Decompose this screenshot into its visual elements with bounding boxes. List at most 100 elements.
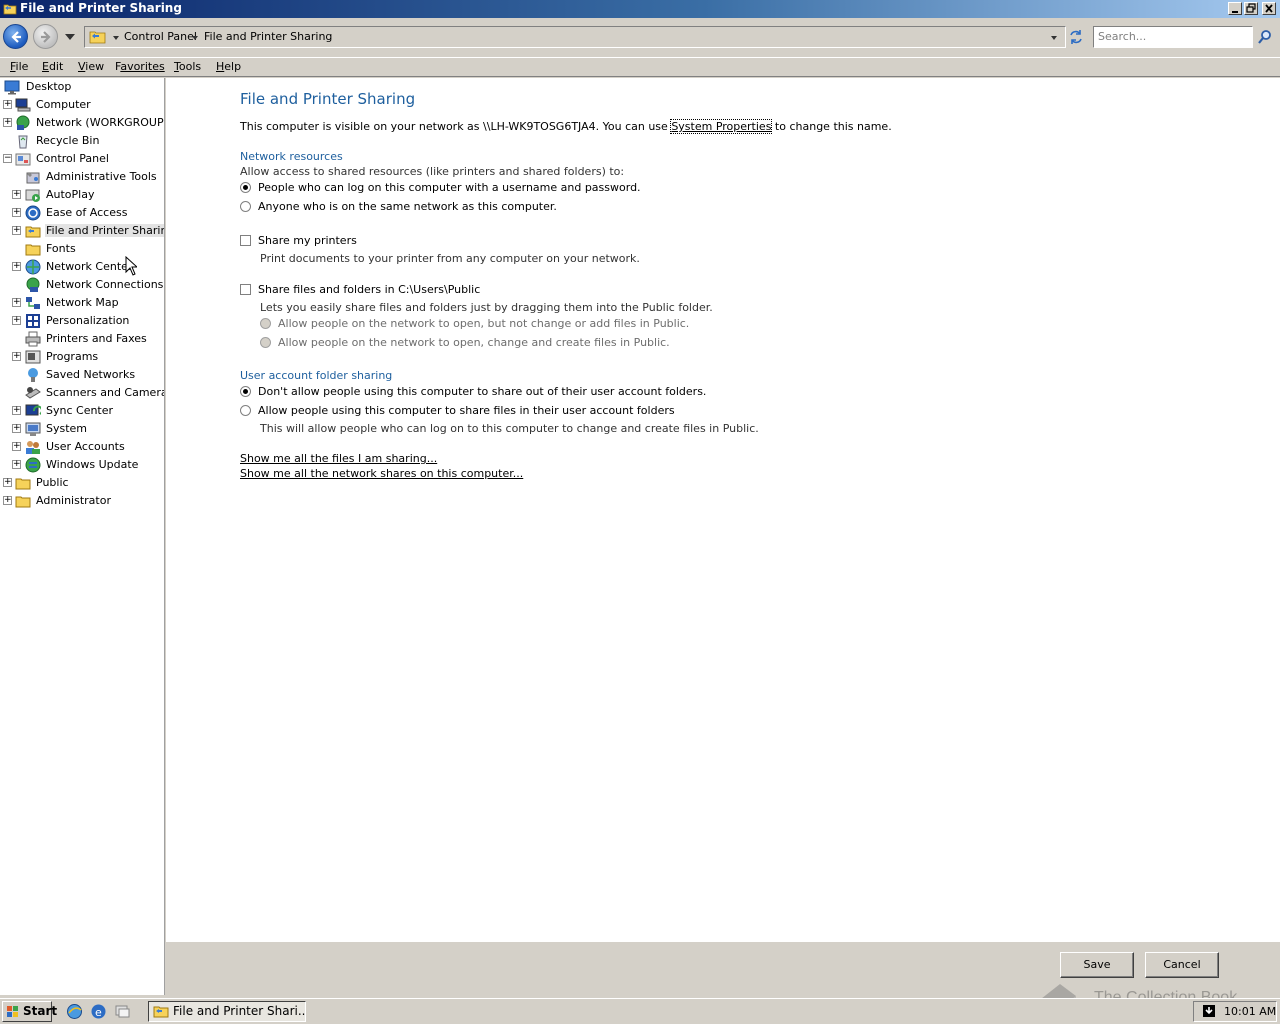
show-network-shares-link[interactable]: Show me all the network shares on this c… xyxy=(240,467,523,480)
minimize-button[interactable] xyxy=(1228,2,1242,15)
taskbar-window-button[interactable]: File and Printer Shari... xyxy=(148,1001,306,1022)
taskbar-window-label: File and Printer Shari... xyxy=(173,1004,306,1018)
menu-edit[interactable]: Edit xyxy=(42,60,63,73)
mouse-cursor-icon xyxy=(125,256,137,276)
share-public-label[interactable]: Share files and folders in C:\Users\Publ… xyxy=(258,283,480,296)
tree-item-label: Computer xyxy=(36,98,91,111)
menu-edit-rest: dit xyxy=(48,60,64,73)
menu-view[interactable]: View xyxy=(78,60,104,73)
expand-icon[interactable]: + xyxy=(12,406,21,415)
share-printers-label[interactable]: Share my printers xyxy=(258,234,357,247)
share-printers-description: Print documents to your printer from any… xyxy=(260,252,640,265)
tree-item-label: Programs xyxy=(46,350,99,363)
radio-allow-user-folder-sharing[interactable] xyxy=(240,405,251,416)
desktop-icon xyxy=(4,80,20,95)
expand-icon[interactable]: + xyxy=(3,496,12,505)
expand-icon[interactable]: + xyxy=(12,208,21,217)
share-public-checkbox[interactable] xyxy=(240,284,251,295)
refresh-icon[interactable] xyxy=(1067,28,1085,46)
radio-public-read-only[interactable] xyxy=(260,318,271,329)
expand-icon[interactable]: + xyxy=(12,190,21,199)
tree-item-label: Administrative Tools xyxy=(46,170,157,183)
menu-help[interactable]: Help xyxy=(216,60,241,73)
breadcrumb-control-panel[interactable]: Control Panel xyxy=(124,30,197,43)
chevron-down-icon[interactable] xyxy=(192,36,198,40)
expand-icon[interactable]: + xyxy=(12,460,21,469)
menu-file[interactable]: File xyxy=(10,60,28,73)
radio-users-with-account[interactable] xyxy=(240,182,251,193)
radio-allow-user-folder-sharing-label[interactable]: Allow people using this computer to shar… xyxy=(258,404,675,417)
system-properties-link[interactable]: System Properties xyxy=(670,119,773,134)
recent-pages-dropdown-icon[interactable] xyxy=(64,32,76,42)
tree-item-label: Network Map xyxy=(46,296,119,309)
tree-item-label: System xyxy=(46,422,88,435)
radio-public-read-write[interactable] xyxy=(260,337,271,348)
radio-anyone-on-network-label[interactable]: Anyone who is on the same network as thi… xyxy=(258,200,557,213)
folder-icon xyxy=(15,478,31,490)
download-tray-icon[interactable] xyxy=(1203,1005,1215,1017)
chevron-down-icon[interactable] xyxy=(113,36,119,40)
clock[interactable]: 10:01 AM xyxy=(1224,1005,1276,1018)
ie-quicklaunch-icon[interactable] xyxy=(66,1003,83,1020)
share-printers-checkbox[interactable] xyxy=(240,235,251,246)
expand-icon[interactable]: + xyxy=(12,262,21,271)
sync-center-icon xyxy=(25,404,41,416)
forward-button[interactable] xyxy=(33,24,58,49)
restore-button[interactable] xyxy=(1244,2,1258,15)
forward-arrow-icon xyxy=(41,31,51,43)
menu-tools[interactable]: Tools xyxy=(174,60,201,73)
windows-logo-icon xyxy=(7,1006,18,1017)
show-shared-files-link[interactable]: Show me all the files I am sharing... xyxy=(240,452,437,465)
programs-icon xyxy=(25,350,41,364)
start-button[interactable]: Start xyxy=(2,1001,57,1022)
expand-icon[interactable]: + xyxy=(12,226,21,235)
address-history-dropdown-icon[interactable] xyxy=(1051,36,1057,40)
visibility-sentence: This computer is visible on your network… xyxy=(240,119,892,134)
windows-update-icon xyxy=(25,457,41,473)
back-button[interactable] xyxy=(3,24,28,49)
radio-anyone-on-network[interactable] xyxy=(240,201,251,212)
folder-share-icon xyxy=(25,226,41,238)
collapse-icon[interactable]: − xyxy=(3,154,12,163)
close-icon xyxy=(1265,4,1273,13)
tree-item-label: Network Connections xyxy=(46,278,164,291)
restore-icon xyxy=(1246,3,1256,13)
network-map-icon xyxy=(26,297,40,309)
printer-icon xyxy=(25,331,41,347)
tree-item-label: Network (WORKGROUP) xyxy=(36,116,165,129)
navigation-tree[interactable]: Desktop + Computer + Network (WORKGROUP)… xyxy=(0,78,165,995)
ease-of-access-icon xyxy=(25,205,41,221)
expand-icon[interactable]: + xyxy=(12,424,21,433)
radio-no-user-folder-sharing[interactable] xyxy=(240,386,251,397)
tree-item-label: File and Printer Sharing xyxy=(45,224,164,237)
expand-icon[interactable]: + xyxy=(3,100,12,109)
search-icon[interactable] xyxy=(1257,29,1273,45)
expand-icon[interactable]: + xyxy=(3,478,12,487)
address-box[interactable]: Control Panel File and Printer Sharing xyxy=(84,26,1066,48)
tree-item-label: Fonts xyxy=(46,242,76,255)
expand-icon[interactable]: + xyxy=(12,298,21,307)
menu-view-rest: iew xyxy=(85,60,105,73)
minimize-icon xyxy=(1232,11,1238,13)
expand-icon[interactable]: + xyxy=(3,118,12,127)
personalization-icon xyxy=(26,314,40,328)
close-button[interactable] xyxy=(1262,2,1276,15)
expand-icon[interactable]: + xyxy=(12,316,21,325)
explorer-quicklaunch-icon[interactable]: e xyxy=(90,1003,107,1020)
address-toolbar: Control Panel File and Printer Sharing S… xyxy=(0,20,1280,56)
menu-tools-rest: ools xyxy=(178,60,202,73)
folder-share-icon xyxy=(153,1006,169,1018)
network-connections-icon xyxy=(26,277,40,292)
radio-users-with-account-label[interactable]: People who can log on this computer with… xyxy=(258,181,641,194)
title-bar[interactable]: File and Printer Sharing xyxy=(0,0,1280,18)
search-input[interactable]: Search... xyxy=(1093,26,1253,48)
breadcrumb-current[interactable]: File and Printer Sharing xyxy=(204,30,332,43)
folder-icon xyxy=(15,496,31,508)
menu-favorites[interactable]: Favorites xyxy=(115,60,165,73)
radio-no-user-folder-sharing-label[interactable]: Don't allow people using this computer t… xyxy=(258,385,706,398)
show-desktop-icon[interactable] xyxy=(114,1003,131,1020)
tree-item-label: User Accounts xyxy=(46,440,125,453)
expand-icon[interactable]: + xyxy=(12,442,21,451)
system-icon xyxy=(25,422,41,436)
expand-icon[interactable]: + xyxy=(12,352,21,361)
